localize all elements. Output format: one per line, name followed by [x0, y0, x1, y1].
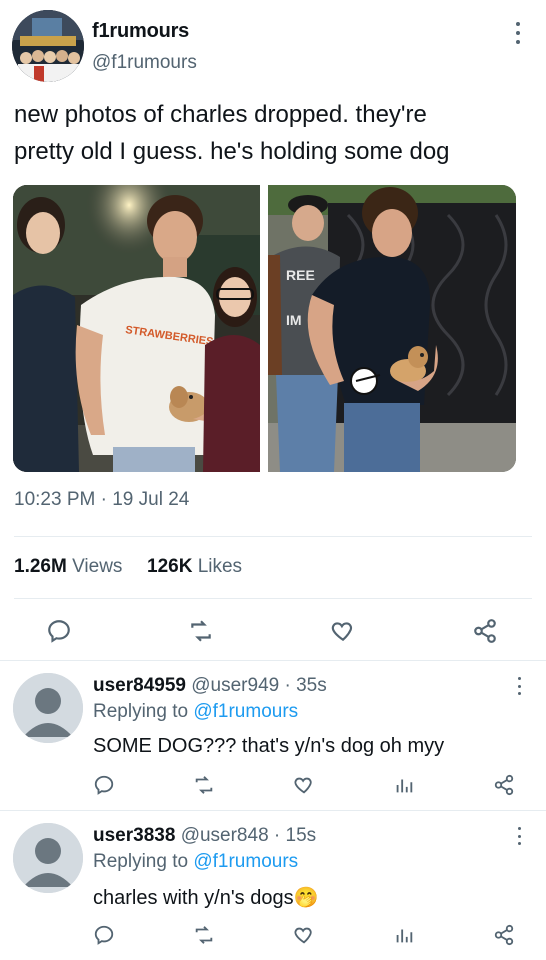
tweet-time: 10:23 PM [14, 489, 96, 510]
timestamp-separator: · [100, 489, 113, 510]
divider [14, 536, 532, 537]
shirt-print: REE [286, 267, 315, 283]
likes-label: Likes [197, 556, 243, 577]
reply-time-separator: · [268, 825, 286, 846]
more-icon[interactable] [514, 675, 524, 697]
reply-time: 35s [296, 675, 327, 696]
reply-handle[interactable]: @user949 [191, 675, 279, 696]
reply-header: user3838 @user848 · 15s [93, 825, 316, 847]
tweet-media[interactable]: STRAWBERRIES REE IM [13, 185, 516, 472]
reply-text: charles with y/n's dogs🤭 [93, 885, 318, 910]
avatar[interactable] [12, 10, 84, 82]
share-icon[interactable] [492, 923, 516, 947]
reply-item[interactable]: user3838 @user848 · 15s Replying to @f1r… [0, 811, 546, 960]
replying-mention[interactable]: @f1rumours [193, 851, 298, 872]
tweet-date: 19 Jul 24 [112, 489, 190, 510]
more-icon[interactable] [508, 18, 528, 48]
replying-to: Replying to @f1rumours [93, 851, 298, 873]
reply-handle[interactable]: @user848 [181, 825, 269, 846]
likes-stat[interactable]: 126K Likes [147, 556, 242, 577]
reply-actions [0, 773, 546, 803]
reply-icon[interactable] [92, 773, 116, 797]
views-label: Views [72, 556, 123, 577]
photo-1[interactable]: STRAWBERRIES [13, 185, 260, 472]
heart-icon[interactable] [328, 616, 358, 646]
replying-prefix: Replying to [93, 701, 189, 722]
reply-display-name[interactable]: user84959 [93, 675, 186, 696]
reply-icon[interactable] [92, 923, 116, 947]
reply-header: user84959 @user949 · 35s [93, 675, 327, 697]
reply-display-name[interactable]: user3838 [93, 825, 175, 846]
tweet-header: f1rumours @f1rumours [0, 0, 546, 90]
tweet-actions [0, 612, 546, 652]
views-icon[interactable] [392, 773, 416, 797]
reply-text-content: charles with y/n's dogs [93, 887, 294, 909]
share-icon[interactable] [492, 773, 516, 797]
reply-time-separator: · [279, 675, 297, 696]
replying-to: Replying to @f1rumours [93, 701, 298, 723]
heart-icon[interactable] [292, 773, 316, 797]
heart-icon[interactable] [292, 923, 316, 947]
display-name[interactable]: f1rumours [92, 20, 189, 43]
retweet-icon[interactable] [186, 616, 216, 646]
photo-2[interactable]: REE IM [268, 185, 516, 472]
account-handle[interactable]: @f1rumours [92, 52, 197, 74]
avatar[interactable] [13, 673, 83, 743]
replying-mention[interactable]: @f1rumours [193, 701, 298, 722]
tweet-text: new photos of charles dropped. they're p… [14, 101, 450, 165]
views-stat[interactable]: 1.26M Views [14, 556, 122, 577]
emoji: 🤭 [293, 887, 319, 909]
replying-prefix: Replying to [93, 851, 189, 872]
share-icon[interactable] [470, 616, 500, 646]
retweet-icon[interactable] [192, 923, 216, 947]
reply-time: 15s [285, 825, 317, 846]
reply-item[interactable]: user84959 @user949 · 35s Replying to @f1… [0, 661, 546, 811]
tweet-stats: 1.26M Views 126K Likes [14, 556, 242, 578]
views-count: 1.26M [14, 556, 67, 577]
views-icon[interactable] [392, 923, 416, 947]
divider [14, 598, 532, 599]
reply-text: SOME DOG??? that's y/n's dog oh myy [93, 735, 445, 757]
reply-actions [0, 923, 546, 953]
tweet-timestamp[interactable]: 10:23 PM · 19 Jul 24 [14, 489, 189, 511]
avatar[interactable] [13, 823, 83, 893]
likes-count: 126K [147, 556, 193, 577]
retweet-icon[interactable] [192, 773, 216, 797]
reply-icon[interactable] [44, 616, 74, 646]
more-icon[interactable] [514, 825, 524, 847]
shirt-print: IM [286, 312, 302, 328]
